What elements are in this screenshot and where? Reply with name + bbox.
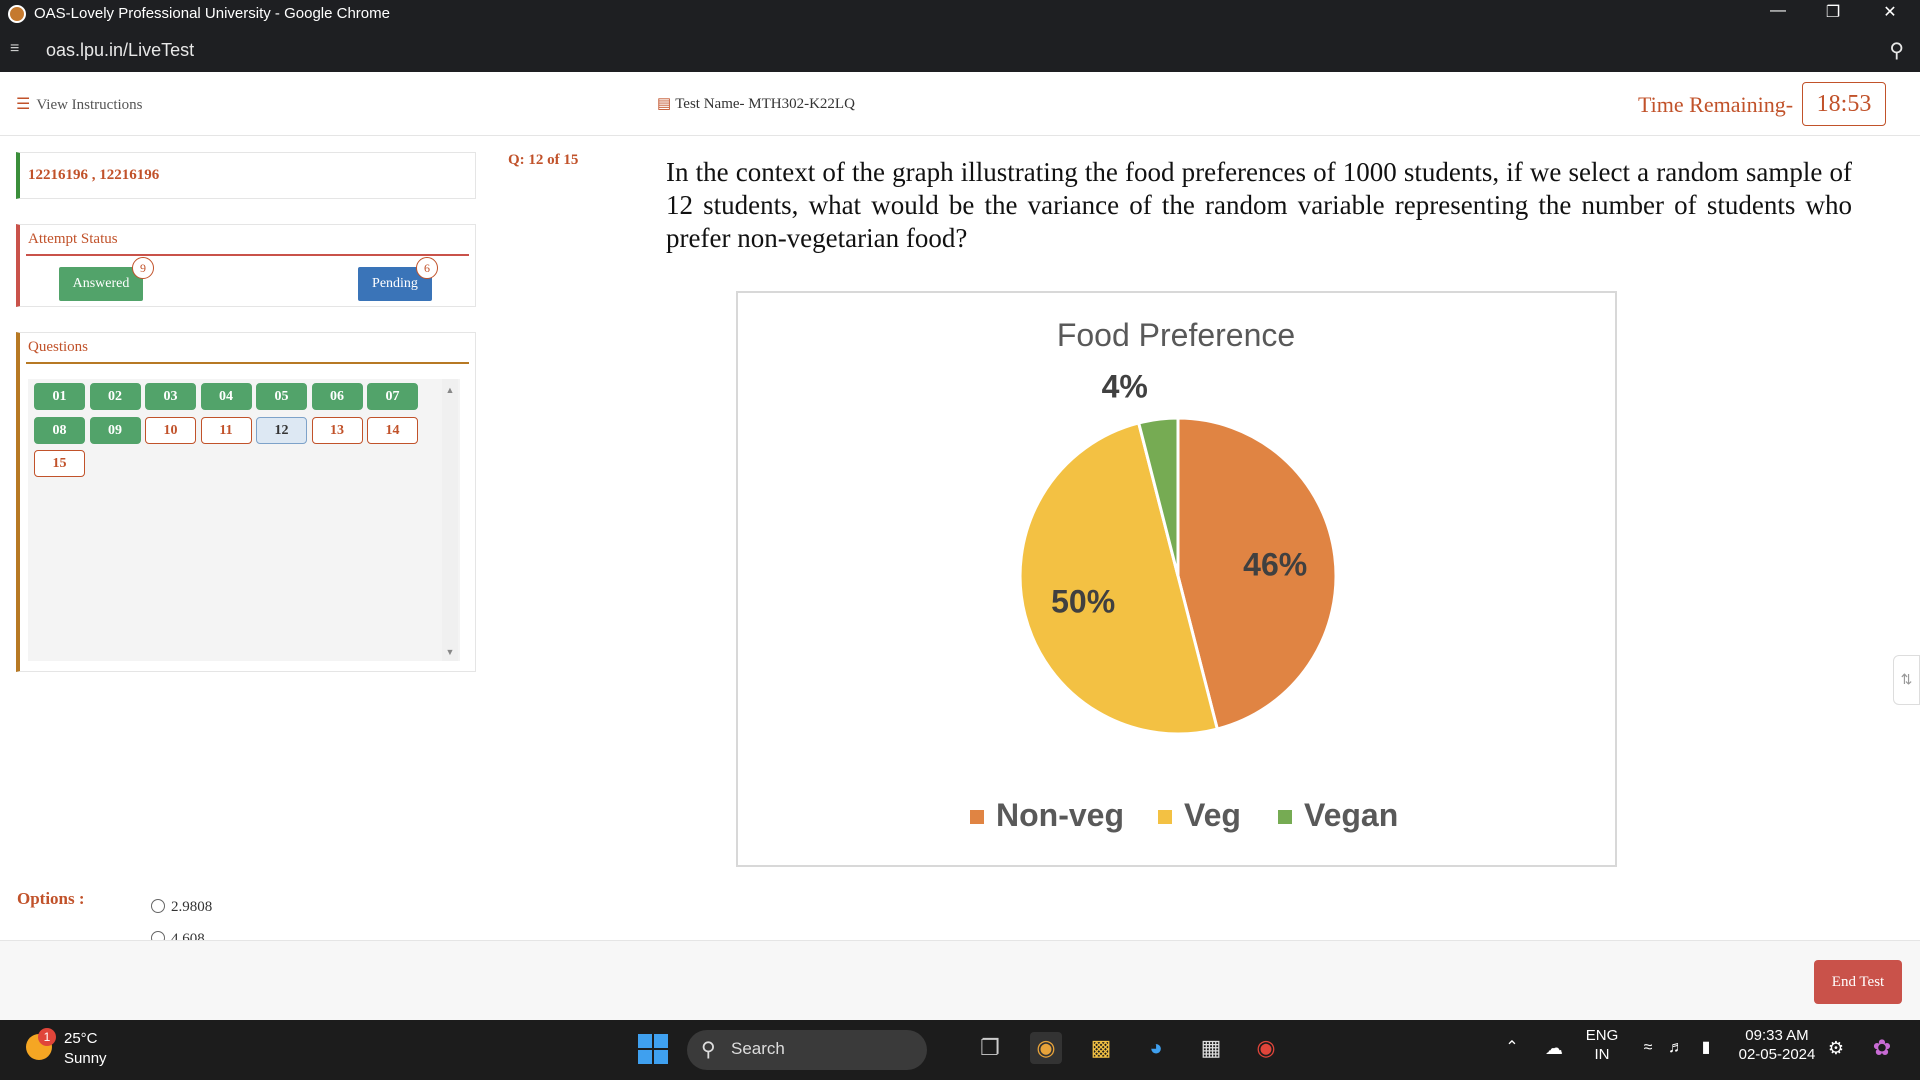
user-ids: 12216196 , 12216196 (28, 167, 160, 183)
view-instructions-label: View Instructions (36, 97, 143, 113)
side-panel-toggle-icon[interactable]: ⇅ (1893, 655, 1920, 705)
battery-icon[interactable]: ▮ (1690, 1032, 1722, 1064)
search-icon: ⚲ (701, 1039, 716, 1061)
title-bar: OAS-Lovely Professional University - Goo… (0, 0, 1920, 28)
question-button-01[interactable]: 01 (34, 383, 85, 410)
scroll-down-icon[interactable]: ▼ (442, 647, 458, 657)
answered-button[interactable]: Answered (59, 267, 143, 301)
copilot-icon[interactable]: ✿ (1866, 1032, 1898, 1064)
time-remaining-label: Time Remaining- (1638, 92, 1794, 117)
question-button-06[interactable]: 06 (311, 383, 363, 410)
clock[interactable]: 09:33 AM 02-05-2024 (1732, 1026, 1822, 1064)
temperature: 25°C (64, 1030, 98, 1047)
attempt-status-box: Attempt Status Answered 9 Pending 6 (16, 224, 476, 307)
options-label: Options : (17, 889, 85, 908)
question-button-03[interactable]: 03 (145, 383, 196, 410)
taskbar: 1 25°C Sunny ⚲ Search ❐ ◉ ▩ ◕ ▦ ◉ ⌃ ☁ EN… (0, 1020, 1920, 1080)
edge-icon[interactable]: ◕ (1140, 1032, 1172, 1064)
attempt-status-heading: Attempt Status (26, 225, 469, 256)
list-icon: ☰ (16, 96, 31, 113)
region: IN (1594, 1046, 1610, 1063)
question-button-02[interactable]: 02 (89, 383, 141, 410)
pie-chart-svg: Food Preference 46% 50% 4% Non-veg Veg Vegan (970, 317, 1398, 833)
footer-bar: End Test (0, 940, 1920, 1020)
weather-condition: Sunny (64, 1050, 107, 1067)
chart-title: Food Preference (1057, 317, 1295, 353)
question-button-15[interactable]: 15 (34, 450, 85, 477)
language: ENG (1585, 1027, 1619, 1044)
question-button-08[interactable]: 08 (34, 416, 85, 444)
browser-window: OAS-Lovely Professional University - Goo… (0, 0, 1920, 1080)
questions-heading: Questions (26, 333, 469, 364)
url-text[interactable]: oas.lpu.in/LiveTest (46, 40, 194, 61)
option-1-text: 2.9808 (171, 899, 213, 915)
question-button-09[interactable]: 09 (89, 416, 141, 444)
radio-icon[interactable] (151, 899, 165, 913)
test-name: ▤ Test Name- MTH302-K22LQ (657, 94, 855, 113)
pending-count-badge: 6 (416, 257, 438, 279)
view-instructions-link[interactable]: ☰ View Instructions (16, 94, 143, 114)
weather-badge: 1 (38, 1028, 56, 1046)
question-text: In the context of the graph illustrating… (666, 157, 1852, 253)
file-explorer-icon[interactable]: ▩ (1085, 1032, 1117, 1064)
legend-swatch-non-veg (970, 810, 984, 824)
minimize-icon[interactable]: — (1758, 2, 1798, 20)
pie-chart: Food Preference 46% 50% 4% Non-veg Veg Vegan (736, 291, 1617, 867)
legend-label-non-veg: Non-veg (996, 797, 1124, 833)
question-button-05[interactable]: 05 (256, 383, 307, 410)
data-label-vegan: 4% (1102, 368, 1148, 404)
volume-icon[interactable]: ♬ (1660, 1032, 1692, 1064)
legend-swatch-veg (1158, 810, 1172, 824)
lpu-logo-icon (8, 5, 26, 23)
onedrive-icon[interactable]: ☁ (1538, 1032, 1570, 1064)
question-button-07[interactable]: 07 (367, 383, 418, 410)
question-button-11[interactable]: 11 (200, 416, 252, 444)
chrome-profile-icon[interactable]: ◉ (1250, 1032, 1282, 1064)
window-title: OAS-Lovely Professional University - Goo… (34, 5, 390, 22)
legend-label-veg: Veg (1184, 797, 1241, 833)
end-test-button[interactable]: End Test (1814, 960, 1902, 1004)
question-button-12[interactable]: 12 (256, 416, 307, 444)
user-id-box: 12216196 , 12216196 (16, 152, 476, 199)
left-panel: 12216196 , 12216196 Attempt Status Answe… (16, 152, 476, 672)
legend-label-vegan: Vegan (1304, 797, 1398, 833)
task-view-icon[interactable]: ❐ (974, 1032, 1006, 1064)
date: 02-05-2024 (1738, 1046, 1816, 1063)
question-number: Q: 12 of 15 (508, 152, 579, 168)
taskbar-search[interactable]: ⚲ Search (687, 1030, 927, 1070)
store-icon[interactable]: ▦ (1195, 1032, 1227, 1064)
notification-icon[interactable]: ⚙ (1820, 1032, 1852, 1064)
data-label-veg: 50% (1051, 583, 1115, 619)
windows-start-icon[interactable] (638, 1034, 668, 1064)
data-label-non-veg: 46% (1243, 547, 1307, 583)
restore-icon[interactable]: ❐ (1813, 2, 1853, 22)
document-icon: ▤ (657, 96, 672, 112)
show-hidden-icons-icon[interactable]: ⌃ (1496, 1032, 1528, 1064)
taskbar-search-label: Search (731, 1039, 785, 1058)
address-bar: ≡ oas.lpu.in/LiveTest ⚲ (0, 28, 1920, 72)
test-name-label: Test Name- MTH302-K22LQ (675, 96, 855, 112)
scroll-up-icon[interactable]: ▲ (442, 379, 458, 395)
answered-count-badge: 9 (132, 257, 154, 279)
questions-box: Questions 01 02 03 04 05 06 07 08 09 10 11 12 13 14 15… (16, 332, 476, 672)
legend-swatch-vegan (1278, 810, 1292, 824)
time: 09:33 AM (1745, 1027, 1809, 1044)
option-1[interactable]: 2.9808 (151, 899, 212, 916)
question-button-04[interactable]: 04 (200, 383, 252, 410)
language-indicator[interactable]: ENG IN (1584, 1026, 1620, 1064)
question-button-13[interactable]: 13 (311, 416, 363, 444)
zoom-icon[interactable]: ⚲ (1889, 38, 1904, 63)
close-icon[interactable]: ✕ (1870, 2, 1910, 22)
question-palette: 01 02 03 04 05 06 07 08 09 10 11 12 13 14 15 ▲ ▼ (28, 379, 460, 661)
site-settings-icon[interactable]: ≡ (10, 40, 19, 58)
palette-scrollbar[interactable]: ▲ ▼ (442, 379, 458, 661)
timer: 18:53 (1802, 82, 1886, 126)
chrome-icon[interactable]: ◉ (1030, 1032, 1062, 1064)
question-button-14[interactable]: 14 (367, 416, 418, 444)
question-button-10[interactable]: 10 (145, 416, 196, 444)
test-header: ☰ View Instructions ▤ Test Name- MTH302-K2… (0, 72, 1920, 136)
